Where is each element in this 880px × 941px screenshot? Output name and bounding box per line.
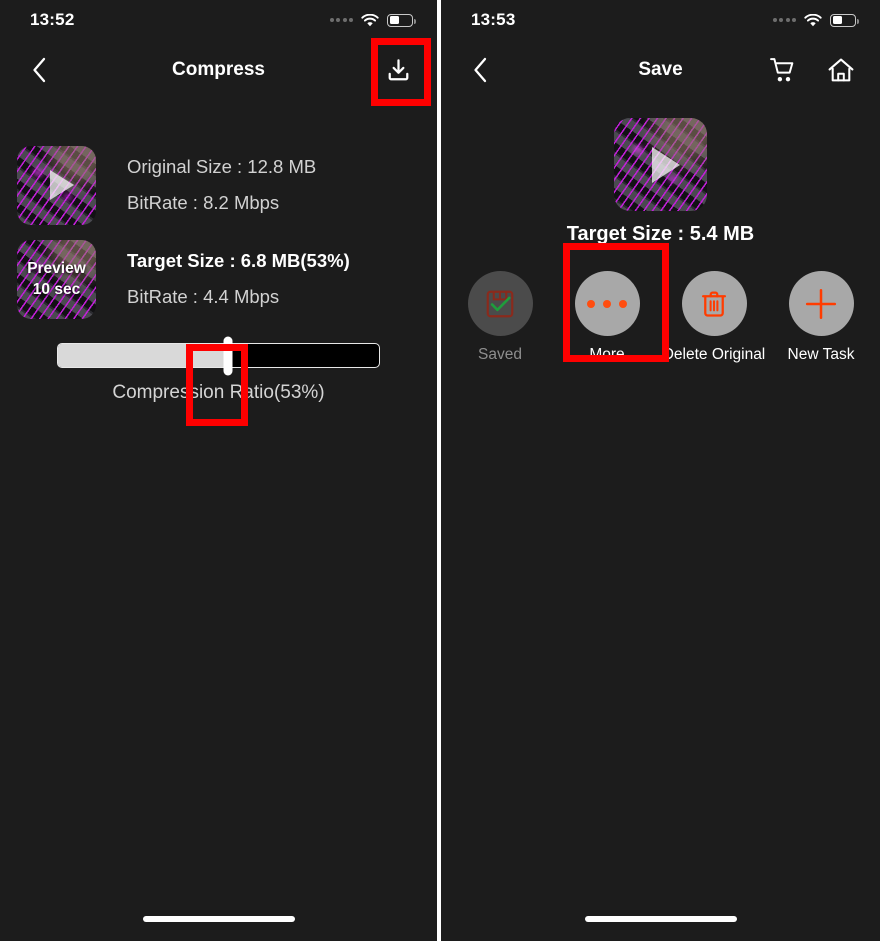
status-indicators bbox=[329, 13, 416, 27]
compression-ratio-slider[interactable] bbox=[57, 336, 380, 375]
download-icon bbox=[388, 58, 408, 80]
original-bitrate-label: BitRate : 8.2 Mbps bbox=[127, 192, 280, 213]
download-button[interactable] bbox=[381, 53, 415, 87]
more-dots-icon bbox=[587, 299, 627, 308]
more-button[interactable]: More bbox=[570, 271, 644, 364]
target-size-label: Target Size : 5.4 MB bbox=[566, 223, 755, 245]
cellular-dots-icon bbox=[329, 18, 353, 22]
cellular-dots-icon bbox=[772, 18, 796, 22]
floppy-disk-check-icon bbox=[486, 290, 514, 317]
play-icon bbox=[49, 170, 74, 200]
delete-original-button[interactable]: Delete Original bbox=[663, 271, 765, 364]
status-time: 13:52 bbox=[30, 10, 75, 29]
home-icon bbox=[828, 58, 854, 81]
battery-icon bbox=[830, 13, 859, 27]
home-indicator bbox=[584, 916, 737, 922]
back-button[interactable] bbox=[463, 53, 497, 87]
target-bitrate-label: BitRate : 4.4 Mbps bbox=[127, 286, 280, 307]
home-indicator bbox=[142, 916, 295, 922]
video-thumbnail-play-icon[interactable] bbox=[17, 145, 96, 225]
original-size-label: Original Size : 12.8 MB bbox=[127, 156, 317, 177]
back-button[interactable] bbox=[22, 53, 56, 87]
navigation-bar: Save bbox=[441, 40, 880, 100]
home-button[interactable] bbox=[824, 53, 858, 87]
status-bar: 13:52 bbox=[0, 0, 437, 40]
video-thumbnail-play-icon[interactable] bbox=[614, 118, 707, 211]
navigation-bar: Compress bbox=[0, 40, 437, 100]
target-file-row: Preview 10 sec Target Size : 6.8 MB(53%)… bbox=[17, 239, 437, 319]
wifi-icon bbox=[804, 13, 822, 26]
trash-icon bbox=[701, 291, 727, 317]
delete-original-button-label: Delete Original bbox=[662, 346, 766, 363]
new-task-button[interactable]: New Task bbox=[784, 271, 858, 364]
action-buttons-row: Saved More Delete Original New Task bbox=[441, 271, 880, 364]
shopping-cart-icon bbox=[770, 57, 794, 81]
compress-screen: 13:52 Compress Original Size: 12.8 MB B… bbox=[0, 0, 437, 941]
chevron-left-icon bbox=[473, 57, 486, 83]
video-thumbnail-preview-icon[interactable]: Preview 10 sec bbox=[17, 239, 96, 319]
chevron-left-icon bbox=[32, 57, 45, 83]
plus-icon bbox=[805, 288, 837, 319]
status-indicators bbox=[772, 13, 859, 27]
saved-file-hero: Target Size : 5.4 MB bbox=[441, 118, 880, 246]
save-screen: 13:53 Save Target Size: 5.4 MB Saved Mo… bbox=[441, 0, 880, 941]
compression-ratio-slider-wrap: Compression Ratio(53%) bbox=[0, 336, 437, 404]
play-icon bbox=[651, 146, 680, 183]
new-task-button-label: New Task bbox=[787, 346, 855, 363]
saved-button[interactable]: Saved bbox=[463, 271, 537, 364]
saved-button-label: Saved bbox=[478, 346, 522, 363]
preview-duration-label: 10 sec bbox=[32, 280, 81, 298]
more-button-label: More bbox=[589, 346, 625, 363]
compression-ratio-label: Compression Ratio(53%) bbox=[112, 382, 325, 403]
battery-icon bbox=[387, 13, 416, 27]
page-title: Compress bbox=[172, 59, 265, 80]
status-bar: 13:53 bbox=[441, 0, 880, 40]
preview-label: Preview bbox=[27, 260, 86, 277]
status-time: 13:53 bbox=[471, 10, 516, 29]
slider-thumb[interactable] bbox=[223, 336, 233, 375]
dual-screenshot-container: 13:52 Compress Original Size: 12.8 MB B… bbox=[0, 0, 880, 941]
file-info-list: Original Size : 12.8 MB BitRate : 8.2 Mb… bbox=[0, 145, 437, 319]
cart-button[interactable] bbox=[766, 53, 800, 87]
target-size-label: Target Size : 6.8 MB(53%) bbox=[127, 250, 350, 271]
original-file-row: Original Size : 12.8 MB BitRate : 8.2 Mb… bbox=[17, 145, 437, 225]
wifi-icon bbox=[361, 13, 379, 26]
